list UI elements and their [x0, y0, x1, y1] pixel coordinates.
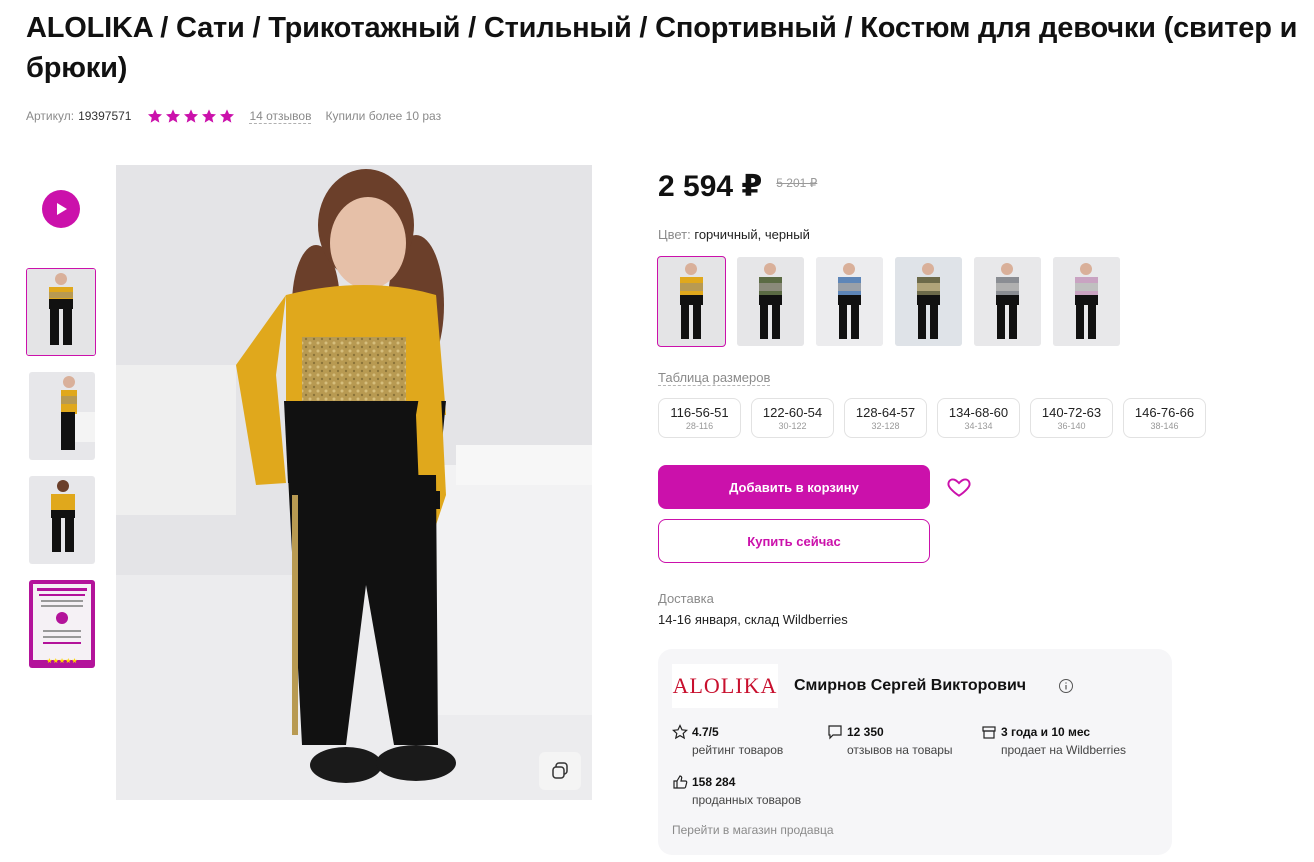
- stat-value: 12 350: [847, 725, 884, 739]
- thumbnail-promo-card[interactable]: ★★★★★: [29, 580, 95, 668]
- thumbs-up-icon: [673, 775, 688, 789]
- size-value: 134-68-60: [948, 405, 1009, 420]
- article-value: 19397571: [78, 109, 132, 123]
- stat-value: 3 года и 10 мес: [1001, 725, 1091, 739]
- size-table-link[interactable]: Таблица размеров: [658, 370, 771, 386]
- main-product-photo[interactable]: [116, 165, 592, 800]
- star-icon: [184, 109, 199, 123]
- size-ru: 34-134: [964, 421, 993, 431]
- copy-icon: [552, 762, 568, 779]
- seller-name[interactable]: Смирнов Сергей Викторович: [794, 677, 1026, 695]
- color-swatch[interactable]: [1053, 257, 1120, 346]
- stat-label: отзывов на товары: [847, 743, 953, 757]
- star-icon: [166, 109, 181, 123]
- size-option[interactable]: 140-72-63 36-140: [1030, 398, 1113, 438]
- shop-icon: [982, 726, 996, 739]
- play-icon: [57, 203, 67, 215]
- delivery-label: Доставка: [658, 591, 714, 606]
- copy-image-button[interactable]: [539, 752, 581, 790]
- heart-icon[interactable]: [946, 474, 972, 500]
- stat-label: проданных товаров: [692, 793, 802, 807]
- size-options: 116-56-51 28-116 122-60-54 30-122 128-64-5…: [658, 398, 1206, 438]
- size-option[interactable]: 122-60-54 30-122: [751, 398, 834, 438]
- stat-label: продает на Wildberries: [1001, 743, 1127, 757]
- video-play-button[interactable]: [42, 190, 80, 228]
- size-option[interactable]: 146-76-66 38-146: [1123, 398, 1206, 438]
- buy-now-button[interactable]: Купить сейчас: [658, 519, 930, 563]
- product-title: ALOLIKA / Сати / Трикотажный / Стильный …: [26, 12, 1298, 84]
- color-swatch[interactable]: [657, 256, 726, 347]
- size-ru: 32-128: [871, 421, 900, 431]
- color-swatch[interactable]: [974, 257, 1041, 346]
- seller-stat-rating: 4.7/5 рейтинг товаров: [672, 723, 783, 759]
- star-icon: [202, 109, 217, 123]
- seller-stat-reviews: 12 350 отзывов на товары: [827, 723, 953, 759]
- stat-value: 158 284: [692, 775, 736, 789]
- product-meta: Артикул: 19397571 14 отзывов Купили боле…: [26, 107, 441, 125]
- bought-count: Купили более 10 раз: [325, 109, 442, 123]
- size-ru: 36-140: [1057, 421, 1086, 431]
- delivery-value: 14-16 января, склад Wildberries: [658, 612, 848, 627]
- article-label: Артикул:: [26, 109, 75, 123]
- seller-stat-sold: 158 284 проданных товаров: [672, 773, 801, 809]
- size-value: 116-56-51: [670, 405, 729, 420]
- thumbnail-photo-back[interactable]: [29, 476, 95, 564]
- color-swatch[interactable]: [895, 257, 962, 346]
- color-label-text: Цвет:: [658, 227, 691, 242]
- promo-stars: ★★★★★: [46, 658, 78, 665]
- star-icon: [148, 109, 163, 123]
- size-ru: 30-122: [778, 421, 807, 431]
- reviews-link[interactable]: 14 отзывов: [249, 109, 312, 124]
- color-swatches: [657, 256, 1120, 347]
- info-icon[interactable]: [1058, 678, 1074, 694]
- product-photo-illustration: [116, 165, 592, 800]
- size-value: 140-72-63: [1041, 405, 1102, 420]
- color-swatch[interactable]: [816, 257, 883, 346]
- size-option[interactable]: 116-56-51 28-116: [658, 398, 741, 438]
- thumbnail-photo-front[interactable]: [26, 268, 96, 356]
- size-value: 122-60-54: [762, 405, 823, 420]
- size-ru: 28-116: [685, 421, 714, 431]
- size-value: 146-76-66: [1134, 405, 1195, 420]
- color-value: горчичный, черный: [694, 227, 810, 242]
- old-price: 5 201 ₽: [776, 176, 818, 190]
- thumbnail-photo-side[interactable]: [29, 372, 95, 460]
- size-value: 128-64-57: [855, 405, 916, 420]
- add-to-cart-button[interactable]: Добавить в корзину: [658, 465, 930, 509]
- seller-logo[interactable]: ALOLIKA: [672, 664, 778, 708]
- size-option[interactable]: 134-68-60 34-134: [937, 398, 1020, 438]
- size-option[interactable]: 128-64-57 32-128: [844, 398, 927, 438]
- size-ru: 38-146: [1150, 421, 1179, 431]
- stat-label: рейтинг товаров: [692, 743, 784, 757]
- current-price: 2 594 ₽: [658, 170, 763, 203]
- seller-store-link[interactable]: Перейти в магазин продавца: [672, 823, 834, 837]
- price-block: 2 594 ₽ 5 201 ₽: [658, 168, 817, 206]
- star-icon: [220, 109, 235, 123]
- seller-card: ALOLIKA Смирнов Сергей Викторович 4.7/5 …: [658, 649, 1172, 855]
- stat-value: 4.7/5: [692, 725, 719, 739]
- comment-icon: [828, 725, 842, 740]
- color-label: Цвет: горчичный, черный: [658, 227, 810, 242]
- rating-stars: [147, 108, 235, 124]
- color-swatch[interactable]: [737, 257, 804, 346]
- seller-stat-tenure: 3 года и 10 мес продает на Wildberries: [981, 723, 1126, 759]
- star-outline-icon: [672, 724, 688, 740]
